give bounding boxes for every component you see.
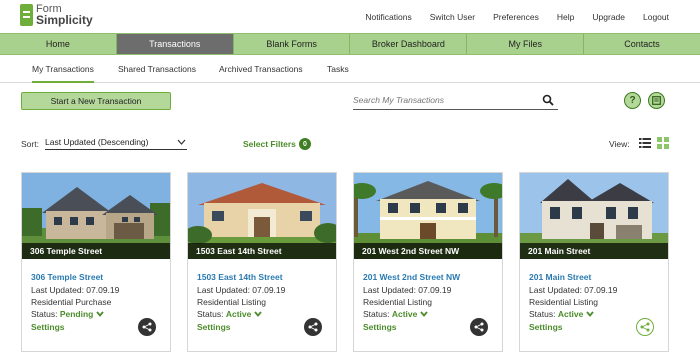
nav-contacts[interactable]: Contacts: [584, 34, 700, 54]
document-logo-icon: [20, 4, 33, 26]
inbox-icon: [652, 96, 661, 105]
search-icon[interactable]: [542, 94, 554, 106]
card-caption: 1503 East 14th Street: [188, 243, 336, 259]
share-icon: [640, 322, 650, 332]
top-links: Notifications Switch User Preferences He…: [365, 12, 669, 22]
nav-blank-forms[interactable]: Blank Forms: [234, 34, 351, 54]
chevron-down-icon: [177, 139, 186, 145]
card-status[interactable]: Status: Active: [363, 309, 428, 319]
search-input[interactable]: [353, 93, 533, 107]
transaction-card[interactable]: 306 Temple Street 306 Temple Street Last…: [21, 172, 171, 352]
card-transaction-type: Residential Listing: [529, 297, 598, 307]
card-caption: 306 Temple Street: [22, 243, 170, 259]
card-address-link[interactable]: 306 Temple Street: [31, 272, 103, 282]
card-address-link[interactable]: 201 Main Street: [529, 272, 591, 282]
card-status[interactable]: Status: Active: [529, 309, 594, 319]
card-transaction-type: Residential Purchase: [31, 297, 112, 307]
nav-broker-dashboard[interactable]: Broker Dashboard: [350, 34, 468, 54]
grid-view-icon[interactable]: [657, 137, 669, 149]
logo-text-line2: Simplicity: [36, 13, 93, 27]
card-transaction-type: Residential Listing: [363, 297, 432, 307]
help-button[interactable]: ?: [624, 92, 641, 109]
chevron-down-icon: [254, 311, 262, 317]
status-label: Status:: [363, 309, 390, 319]
chevron-down-icon: [586, 311, 594, 317]
question-icon: ?: [629, 95, 636, 106]
sort-select[interactable]: Last Updated (Descending): [45, 135, 187, 150]
select-filters-label: Select Filters: [243, 139, 296, 149]
top-bar: Form Simplicity Notifications Switch Use…: [0, 0, 700, 32]
sub-nav: My Transactions Shared Transactions Arch…: [0, 58, 700, 83]
help-link[interactable]: Help: [557, 12, 574, 22]
filter-count-badge: 0: [298, 138, 311, 150]
tab-tasks[interactable]: Tasks: [327, 58, 349, 83]
card-address-link[interactable]: 1503 East 14th Street: [197, 272, 283, 282]
card-transaction-type: Residential Listing: [197, 297, 266, 307]
share-icon: [308, 322, 318, 332]
card-last-updated: Last Updated: 07.09.19: [363, 285, 452, 295]
share-button[interactable]: [138, 318, 156, 336]
status-value: Active: [225, 309, 252, 319]
form-simplicity-logo[interactable]: Form Simplicity: [20, 4, 93, 26]
card-settings-link[interactable]: Settings: [31, 322, 65, 332]
card-caption: 201 West 2nd Street NW: [354, 243, 502, 259]
status-label: Status:: [31, 309, 58, 319]
card-settings-link[interactable]: Settings: [197, 322, 231, 332]
list-view-icon[interactable]: [639, 137, 651, 149]
tab-shared-transactions[interactable]: Shared Transactions: [118, 58, 196, 83]
card-last-updated: Last Updated: 07.09.19: [529, 285, 618, 295]
chevron-down-icon: [420, 311, 428, 317]
nav-transactions[interactable]: Transactions: [116, 34, 234, 54]
status-value: Active: [391, 309, 418, 319]
nav-home[interactable]: Home: [0, 34, 117, 54]
share-button[interactable]: [470, 318, 488, 336]
card-last-updated: Last Updated: 07.09.19: [31, 285, 120, 295]
card-status[interactable]: Status: Active: [197, 309, 262, 319]
card-caption: 201 Main Street: [520, 243, 668, 259]
logout-link[interactable]: Logout: [643, 12, 669, 22]
share-icon: [474, 322, 484, 332]
share-icon: [142, 322, 152, 332]
upgrade-link[interactable]: Upgrade: [592, 12, 625, 22]
share-button[interactable]: [304, 318, 322, 336]
messages-button[interactable]: [648, 92, 665, 109]
search-box: [353, 91, 558, 110]
sort-value: Last Updated (Descending): [45, 137, 149, 147]
transaction-card[interactable]: 201 West 2nd Street NW 201 West 2nd Stre…: [353, 172, 503, 352]
status-value: Pending: [59, 309, 94, 319]
transaction-card[interactable]: 201 Main Street 201 Main Street Last Upd…: [519, 172, 669, 352]
view-label: View:: [609, 139, 630, 149]
tab-archived-transactions[interactable]: Archived Transactions: [219, 58, 303, 83]
chevron-down-icon: [96, 311, 104, 317]
transaction-card[interactable]: 1503 East 14th Street 1503 East 14th Str…: [187, 172, 337, 352]
notifications-link[interactable]: Notifications: [365, 12, 411, 22]
main-nav: Home Transactions Blank Forms Broker Das…: [0, 33, 700, 55]
status-label: Status:: [529, 309, 556, 319]
share-button[interactable]: [636, 318, 654, 336]
card-last-updated: Last Updated: 07.09.19: [197, 285, 286, 295]
card-status[interactable]: Status: Pending: [31, 309, 104, 319]
start-new-transaction-button[interactable]: Start a New Transaction: [21, 92, 171, 110]
nav-my-files[interactable]: My Files: [467, 34, 585, 54]
card-address-link[interactable]: 201 West 2nd Street NW: [363, 272, 460, 282]
card-settings-link[interactable]: Settings: [363, 322, 397, 332]
status-value: Active: [557, 309, 584, 319]
card-settings-link[interactable]: Settings: [529, 322, 563, 332]
switch-user-link[interactable]: Switch User: [430, 12, 475, 22]
select-filters-button[interactable]: Select Filters 0: [243, 138, 311, 150]
tab-my-transactions[interactable]: My Transactions: [32, 58, 94, 83]
status-label: Status:: [197, 309, 224, 319]
preferences-link[interactable]: Preferences: [493, 12, 539, 22]
sort-label: Sort:: [21, 139, 39, 149]
